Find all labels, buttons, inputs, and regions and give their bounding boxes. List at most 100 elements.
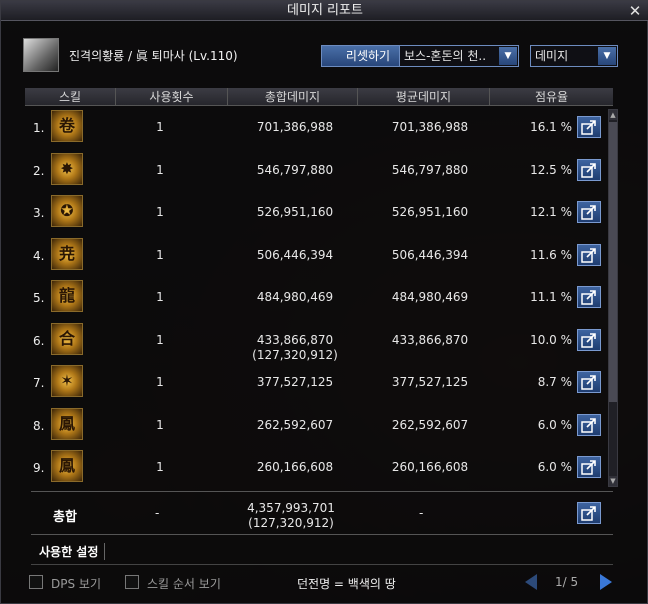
row-share: 16.1 % xyxy=(530,120,572,134)
table-row[interactable]: 2. ✸ 1 546,797,880 546,797,880 12.5 % xyxy=(25,150,607,192)
settings-label: 사용한 설정 xyxy=(39,543,106,560)
table-row[interactable]: 9. 鳳 1 260,166,608 260,166,608 6.0 % xyxy=(25,447,607,489)
scroll-down-icon[interactable]: ▼ xyxy=(609,476,617,486)
skill-list: 1. 卷 1 701,386,988 701,386,988 16.1 % 2.… xyxy=(25,107,607,489)
col-uses[interactable]: 사용횟수 xyxy=(115,88,227,106)
col-share[interactable]: 점유율 xyxy=(489,88,613,106)
share-icon xyxy=(581,332,596,348)
row-total-damage: 701,386,988 xyxy=(235,120,355,135)
share-button[interactable] xyxy=(577,328,601,351)
scroll-thumb[interactable] xyxy=(609,122,617,402)
stat-type-select[interactable]: 데미지 ▼ xyxy=(530,45,618,67)
skill-order-label: 스킬 순서 보기 xyxy=(147,577,221,591)
radiant-strike-icon: ✶ xyxy=(51,365,83,397)
row-rank: 1. xyxy=(33,121,45,135)
row-avg-damage: 701,386,988 xyxy=(391,120,469,134)
row-total-damage: 546,797,880 xyxy=(235,163,355,178)
pentagram-icon: ✪ xyxy=(51,195,83,227)
row-share: 11.6 % xyxy=(530,247,572,262)
row-total-damage: 433,866,870 (127,320,912) xyxy=(235,333,355,363)
share-button[interactable] xyxy=(577,371,601,393)
table-header: 스킬 사용횟수 총합데미지 평균데미지 점유율 xyxy=(25,88,613,106)
row-avg-damage: 546,797,880 xyxy=(391,162,469,177)
dungeon-select[interactable]: 보스-혼돈의 천.. ▼ xyxy=(399,45,519,67)
scrollbar[interactable]: ▲ ▼ xyxy=(608,109,618,487)
chevron-down-icon[interactable]: ▼ xyxy=(499,47,517,65)
table-row[interactable]: 3. ✪ 1 526,951,160 526,951,160 12.1 % xyxy=(25,192,607,234)
dps-checkbox[interactable] xyxy=(29,575,43,589)
total-row: 총합 - 4,357,993,701 (127,320,912) - xyxy=(31,491,613,535)
share-icon xyxy=(581,506,596,521)
total-damage-secondary: (127,320,912) xyxy=(248,516,334,530)
share-button[interactable] xyxy=(577,201,601,223)
row-uses: 1 xyxy=(156,460,164,474)
share-icon xyxy=(581,417,596,433)
share-icon xyxy=(581,205,596,220)
row-uses: 1 xyxy=(156,290,164,304)
share-icon xyxy=(581,290,596,305)
row-rank: 3. xyxy=(33,206,45,220)
row-rank: 2. xyxy=(33,163,45,178)
damage-report-window: 데미지 리포트 ✕ 진격의황룡 / 眞 퇴마사 (Lv.110) 리셋하기 보스… xyxy=(0,0,648,604)
close-icon[interactable]: ✕ xyxy=(627,2,643,20)
row-total-value: 526,951,160 xyxy=(256,205,334,219)
share-icon xyxy=(581,375,596,390)
page-prev-icon[interactable] xyxy=(525,574,537,590)
share-button[interactable] xyxy=(577,456,601,478)
col-total-damage[interactable]: 총합데미지 xyxy=(227,88,357,106)
share-icon xyxy=(581,460,596,475)
total-damage: 4,357,993,701 (127,320,912) xyxy=(231,501,351,531)
share-button[interactable] xyxy=(577,286,601,308)
total-avg: - xyxy=(419,506,424,520)
stat-type-value: 데미지 xyxy=(535,49,569,63)
row-rank: 7. xyxy=(33,376,45,390)
row-share: 6.0 % xyxy=(537,460,572,474)
lightning-burst-icon: ✸ xyxy=(51,152,83,185)
row-avg-damage: 433,866,870 xyxy=(391,332,469,347)
share-button[interactable] xyxy=(577,158,601,181)
row-uses: 1 xyxy=(156,162,164,177)
table-row[interactable]: 4. 尭 1 506,446,394 506,446,394 11.6 % xyxy=(25,235,607,277)
window-titlebar[interactable]: 데미지 리포트 ✕ xyxy=(1,1,648,21)
page-next-icon[interactable] xyxy=(600,574,612,590)
total-uses: - xyxy=(155,506,160,520)
row-share: 12.5 % xyxy=(530,162,572,177)
row-uses: 1 xyxy=(156,120,164,134)
row-share: 11.1 % xyxy=(530,290,572,304)
dungeon-name: 던전명 = 백색의 땅 xyxy=(297,577,396,591)
row-total-value: 260,166,608 xyxy=(256,460,334,474)
share-total-button[interactable] xyxy=(577,502,601,524)
row-avg-damage: 262,592,607 xyxy=(391,417,469,432)
row-rank: 8. xyxy=(33,418,45,433)
row-total-value: 484,980,469 xyxy=(256,290,334,304)
table-row[interactable]: 1. 卷 1 701,386,988 701,386,988 16.1 % xyxy=(25,107,607,149)
skill-order-checkbox[interactable] xyxy=(125,575,139,589)
share-button[interactable] xyxy=(577,243,601,266)
col-skill[interactable]: 스킬 xyxy=(25,88,115,106)
share-button[interactable] xyxy=(577,116,601,138)
table-row[interactable]: 5. 龍 1 484,980,469 484,980,469 11.1 % xyxy=(25,277,607,319)
row-share: 8.7 % xyxy=(537,375,572,389)
row-avg-damage: 506,446,394 xyxy=(391,247,469,262)
table-row[interactable]: 7. ✶ 1 377,527,125 377,527,125 8.7 % xyxy=(25,362,607,404)
table-row[interactable]: 6. 合 1 433,866,870 (127,320,912) 433,866… xyxy=(25,320,607,362)
chevron-down-icon[interactable]: ▼ xyxy=(598,47,616,65)
col-avg-damage[interactable]: 평균데미지 xyxy=(357,88,489,106)
share-icon xyxy=(581,120,596,135)
scroll-up-icon[interactable]: ▲ xyxy=(609,110,617,120)
row-total-damage: 526,951,160 xyxy=(235,205,355,220)
row-uses: 1 xyxy=(156,247,164,262)
table-row[interactable]: 8. 鳳 1 262,592,607 262,592,607 6.0 % xyxy=(25,405,607,447)
window-title: 데미지 리포트 xyxy=(287,3,363,18)
row-avg-damage: 377,527,125 xyxy=(391,375,469,389)
row-uses: 1 xyxy=(156,332,164,347)
total-label: 총합 xyxy=(53,510,77,525)
share-icon xyxy=(581,247,596,263)
dungeon-select-value: 보스-혼돈의 천.. xyxy=(404,49,487,63)
row-total-value: 506,446,394 xyxy=(256,247,334,262)
character-avatar xyxy=(23,38,59,72)
scroll-talisman-icon: 卷 xyxy=(51,110,83,142)
row-total-value: 546,797,880 xyxy=(256,162,334,177)
share-button[interactable] xyxy=(577,413,601,436)
row-rank: 4. xyxy=(33,248,45,263)
